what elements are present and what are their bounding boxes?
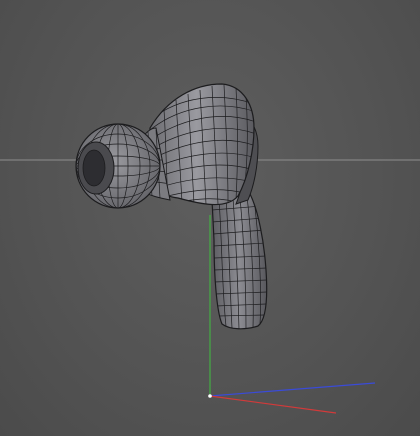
earbud-stem (211, 193, 268, 330)
z-axis-line (209, 382, 376, 397)
earbud-model[interactable] (75, 83, 268, 330)
viewport-canvas[interactable] (0, 0, 420, 436)
earbud-eartip (75, 123, 161, 209)
axis-gizmo (208, 382, 376, 414)
origin-point (208, 394, 212, 398)
3d-viewport[interactable] (0, 0, 420, 436)
x-axis-line (209, 395, 337, 414)
